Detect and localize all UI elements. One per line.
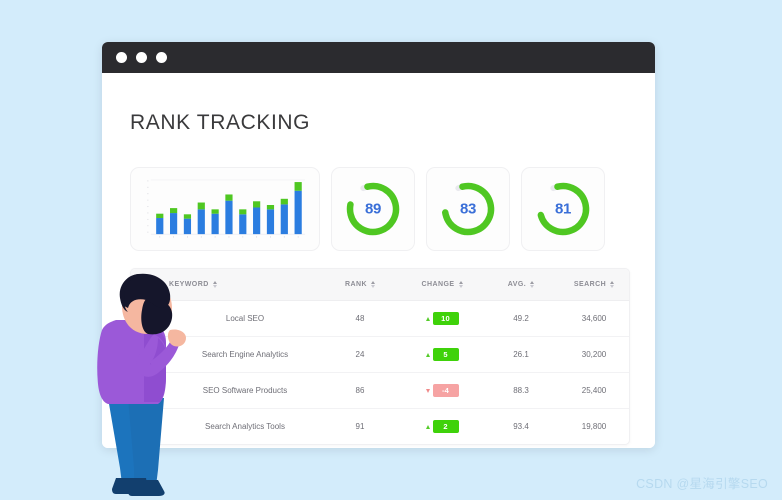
arrow-up-icon: [425, 424, 430, 429]
cell-avg: 26.1: [485, 336, 557, 373]
cell-search: 19,800: [581, 422, 607, 431]
rank-table-body: Local SEO 48 10 49.2 34,600 Search Engine Ana…: [131, 300, 629, 445]
browser-titlebar: [102, 42, 655, 73]
cell-avg: 93.4: [513, 422, 529, 431]
change-badge: 2: [432, 420, 459, 433]
cell-search: 30,200: [557, 336, 629, 373]
page-title: RANK TRACKING: [130, 111, 311, 134]
cell-change: 5: [399, 336, 485, 373]
cell-rank: 91: [355, 422, 365, 431]
column-header-search-label: SEARCH: [573, 281, 607, 288]
sort-icon-avg[interactable]: [530, 281, 535, 288]
window-minimize-dot-icon[interactable]: [136, 52, 147, 63]
table-header-row: KEYWORD RANK CHANGE AVG. SEARCH: [131, 269, 629, 301]
table-row[interactable]: Local SEO 48 10 49.2 34,600: [131, 300, 629, 337]
person-figure-icon: [97, 273, 186, 496]
bar-chart: [147, 179, 306, 238]
cell-change: -4: [399, 372, 485, 409]
cell-rank: 48: [321, 300, 399, 337]
arrow-up-icon: [425, 316, 430, 321]
cell-change: 10: [399, 300, 485, 337]
window-maximize-dot-icon[interactable]: [156, 52, 167, 63]
table-row[interactable]: Search Analytics Tools 91 2 93.4 19,800: [131, 409, 629, 445]
rank-table-card: KEYWORD RANK CHANGE AVG. SEARCH Local SE…: [130, 268, 630, 445]
cell-search: 34,600: [557, 300, 629, 337]
sort-icon-rank[interactable]: [371, 281, 376, 288]
change-badge: 5: [432, 348, 459, 361]
cell-avg: 49.2: [485, 300, 557, 337]
arrow-down-icon: [425, 388, 430, 393]
rank-table-head: KEYWORD RANK CHANGE AVG. SEARCH: [131, 269, 629, 301]
table-row[interactable]: SEO Software Products 86 -4 88.3 25,400: [131, 372, 629, 409]
gauge-value-2: 83: [459, 200, 477, 218]
column-header-change[interactable]: CHANGE: [399, 269, 485, 301]
cell-search: 25,400: [557, 372, 629, 409]
gauge-card-2: 83: [426, 167, 510, 251]
column-header-rank-label: RANK: [344, 281, 368, 288]
change-badge: -4: [432, 384, 459, 397]
column-header-search[interactable]: SEARCH: [557, 269, 629, 301]
gauge-value-1: 89: [364, 200, 382, 218]
sort-icon-search[interactable]: [610, 281, 615, 288]
column-header-avg[interactable]: AVG.: [485, 269, 557, 301]
cell-change: 2: [399, 409, 485, 445]
sort-icon-change[interactable]: [458, 281, 463, 288]
rank-table: KEYWORD RANK CHANGE AVG. SEARCH Local SE…: [131, 269, 629, 445]
gauge-value-3: 81: [554, 200, 572, 218]
gauge-card-3: 81: [521, 167, 605, 251]
change-badge: 10: [432, 312, 459, 325]
window-close-dot-icon[interactable]: [116, 52, 127, 63]
column-header-change-label: CHANGE: [421, 281, 455, 288]
table-row[interactable]: Search Engine Analytics 24 5 26.1 30,200: [131, 336, 629, 373]
bar-chart-card: [130, 167, 320, 251]
watermark-text: CSDN @星海引擎SEO: [636, 477, 768, 491]
cell-rank: 24: [321, 336, 399, 373]
gauge-card-1: 89: [331, 167, 415, 251]
cell-avg: 88.3: [485, 372, 557, 409]
column-header-avg-label: AVG.: [507, 281, 527, 288]
column-header-rank[interactable]: RANK: [321, 269, 399, 301]
metrics-cards-row: 89 83 81: [130, 167, 630, 251]
arrow-up-icon: [425, 352, 430, 357]
sort-icon-keyword[interactable]: [212, 281, 217, 288]
thinking-person-illustration: [72, 272, 197, 500]
cell-rank: 86: [321, 372, 399, 409]
